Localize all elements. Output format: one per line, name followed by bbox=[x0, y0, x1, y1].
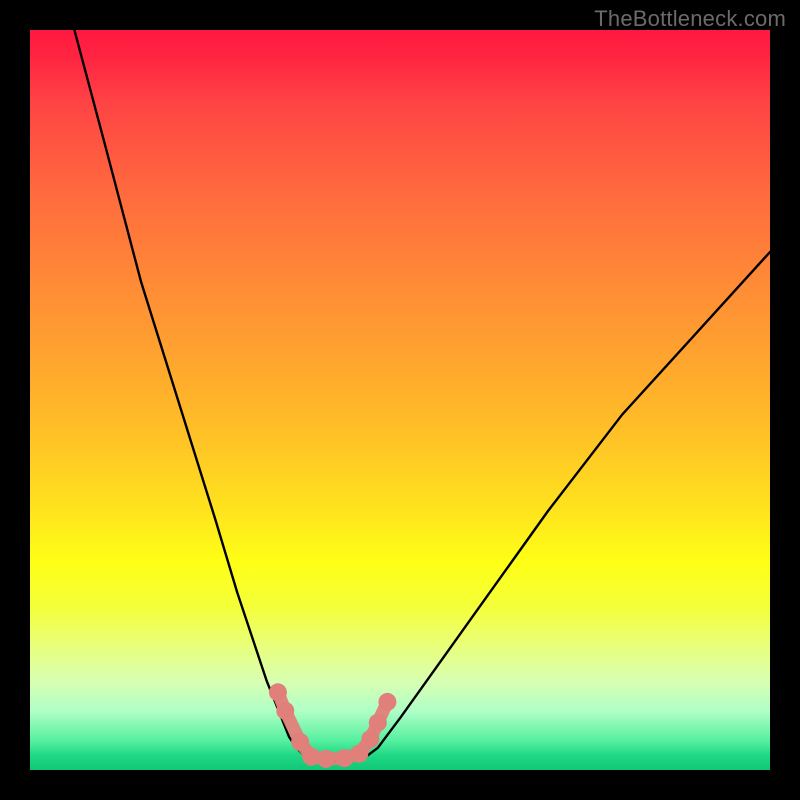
bead-marker bbox=[276, 702, 294, 720]
bead-marker bbox=[378, 693, 396, 711]
bead-marker bbox=[269, 683, 287, 701]
plot-area bbox=[30, 30, 770, 770]
marker-group bbox=[269, 683, 397, 768]
bead-marker bbox=[369, 714, 387, 732]
bead-connector bbox=[278, 692, 388, 759]
bead-marker bbox=[317, 750, 335, 768]
outer-frame: TheBottleneck.com bbox=[0, 0, 800, 800]
chart-svg bbox=[30, 30, 770, 770]
bead-marker bbox=[336, 749, 354, 767]
watermark-text: TheBottleneck.com bbox=[594, 6, 786, 32]
curve-group bbox=[74, 30, 770, 761]
bead-marker bbox=[302, 748, 320, 766]
bead-marker bbox=[291, 733, 309, 751]
bottleneck-curve bbox=[74, 30, 770, 761]
bead-marker bbox=[350, 745, 368, 763]
bead-marker bbox=[361, 730, 379, 748]
